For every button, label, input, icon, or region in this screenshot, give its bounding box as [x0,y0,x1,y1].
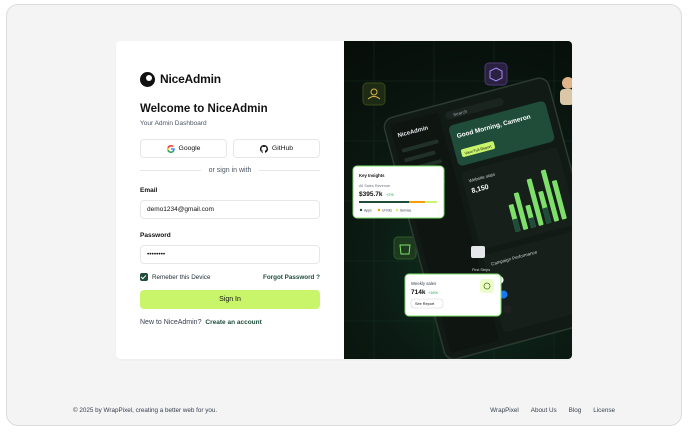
google-button[interactable]: Google [140,139,227,158]
weekly-sales-label: Weekly sales [411,281,436,286]
github-label: GitHub [271,145,294,152]
signup-prompt: New to NiceAdmin? [140,319,202,326]
page-subtitle: Your Admin Dashboard [140,120,207,127]
sales-revenue-label: All Sales Revenue [359,184,390,188]
divider: or sign in with [140,167,321,174]
remember-checkbox[interactable] [140,273,148,281]
email-field[interactable]: demo1234@gmail.com [140,200,320,219]
legend-apps: Apps [364,209,372,213]
signin-button[interactable]: Sign In [140,290,320,309]
footer-link-about[interactable]: About Us [531,407,557,414]
password-field[interactable]: •••••••• [140,245,320,264]
logo-icon [140,71,155,87]
forgot-password-link[interactable]: Forgot Password ? [263,274,320,281]
page-title: Welcome to NiceAdmin [140,103,268,115]
weekly-sales-change: +16% [428,291,438,295]
see-report-button: See Report [415,302,435,306]
signup-row: New to NiceAdmin? Create an account [140,319,320,326]
login-card: NiceAdmin Welcome to NiceAdmin Your Admi… [116,41,572,359]
remember-label: Remeber this Device [152,273,211,281]
social-login: Google GitHub [140,139,320,158]
login-form: NiceAdmin Welcome to NiceAdmin Your Admi… [140,69,321,326]
brand-name: NiceAdmin [160,72,221,86]
cube-tile [484,62,508,86]
footer-copyright: © 2025 by WrapPixel, creating a better w… [73,407,218,414]
github-icon [259,144,268,153]
footer-links: WrapPixel About Us Blog License [490,407,615,414]
password-label: Password [140,232,171,239]
bag-tile [393,236,417,260]
divider-text: or sign in with [208,167,252,174]
footer-link-wrappixel[interactable]: WrapPixel [490,407,519,414]
options-row: Remeber this Device Forgot Password ? [140,273,320,281]
legend-service: Service [400,209,411,213]
google-label: Google [178,145,201,152]
github-button[interactable]: GitHub [233,139,320,158]
key-insights-title: Key Insights [359,173,385,178]
key-insights-card: Key Insights All Sales Revenue $395.7k +… [352,165,445,219]
remember-option[interactable]: Remeber this Device [140,273,210,281]
footer-link-blog[interactable]: Blog [569,407,582,414]
hero-artwork: NiceAdmin Search Good Morning, Cameron V… [344,41,572,359]
first-strips-label: First Strips [472,268,490,272]
weekly-sales-card: Weekly sales 714k +16% See Report [404,273,502,317]
sales-revenue-change: +2% [386,193,394,197]
sales-revenue-value: $395.7k [359,191,383,198]
google-icon [166,144,175,153]
divider-line [140,170,201,171]
divider-line [259,170,321,171]
weekly-sales-value: 714k [411,289,426,296]
legend-ui-kits: UI Kits [382,209,392,213]
box-icon [471,246,485,258]
footer-link-license[interactable]: License [593,407,615,414]
brand-logo[interactable]: NiceAdmin [140,69,320,89]
create-account-link[interactable]: Create an account [205,319,261,326]
user-tile [362,82,386,106]
hero-illustration: NiceAdmin Search Good Morning, Cameron V… [344,41,572,359]
email-label: Email [140,187,158,194]
